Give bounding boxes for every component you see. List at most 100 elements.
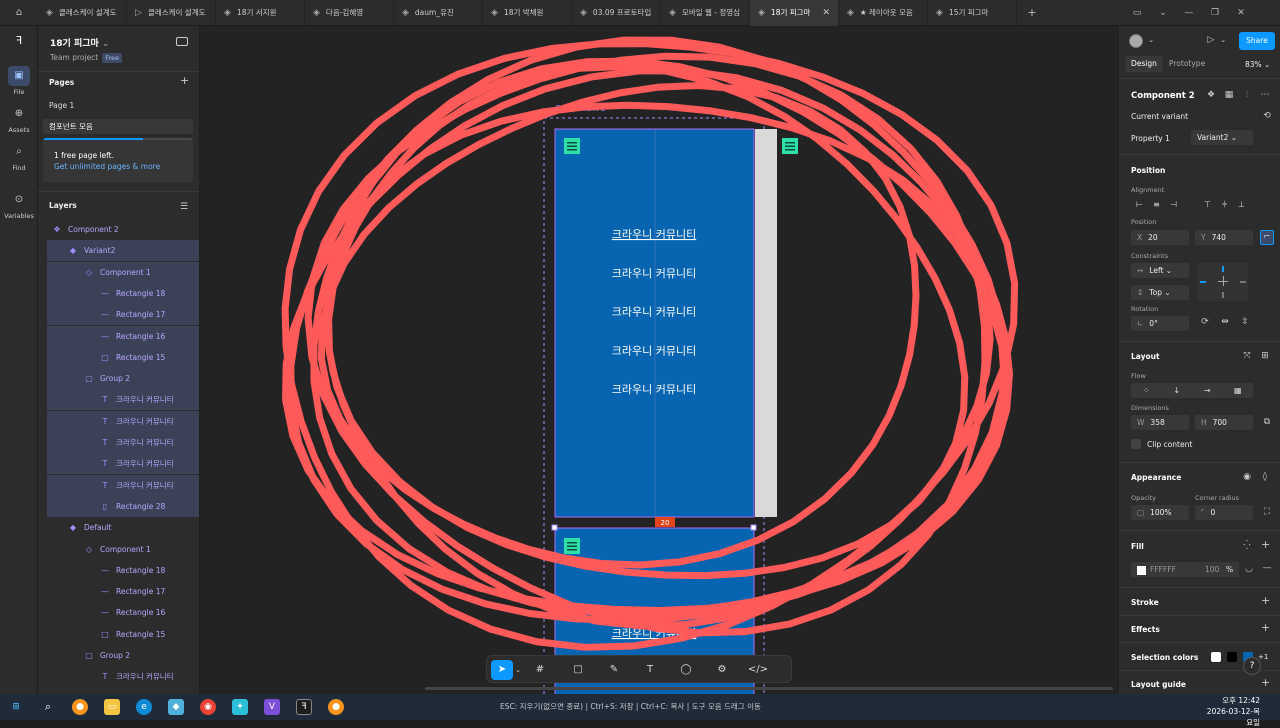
- new-tab-plus-icon[interactable]: +: [1017, 6, 1047, 19]
- grid-flow-icon[interactable]: ▦: [1223, 383, 1254, 398]
- flip-horizontal-icon[interactable]: ⇹: [1219, 317, 1231, 327]
- blend-mode-icon[interactable]: ◊: [1259, 472, 1271, 482]
- design-canvas[interactable]: Component 2 크라우니 커뮤니티 크라우니 커뮤니티 크라우니 커뮤니티 크…: [200, 26, 1118, 694]
- layer-row[interactable]: — Rectangle 16: [47, 602, 199, 623]
- component-icon[interactable]: ❖: [1205, 90, 1217, 100]
- eye-icon[interactable]: ◉: [1241, 472, 1253, 482]
- layer-row[interactable]: ◇ Component 1: [47, 261, 199, 283]
- flip-vertical-icon[interactable]: ⇳: [1239, 317, 1251, 327]
- upsell-link[interactable]: Get unlimited pages & more: [54, 162, 160, 171]
- layer-row[interactable]: — Rectangle 18: [47, 282, 199, 304]
- property-select[interactable]: Variant2 ⌄: [1191, 130, 1253, 145]
- vertical-flow-icon[interactable]: ↓: [1162, 383, 1193, 398]
- constraints-widget[interactable]: [1198, 263, 1248, 301]
- maximize-icon[interactable]: ❐: [1202, 8, 1228, 18]
- layer-row[interactable]: □ Rectangle 15: [47, 624, 199, 645]
- layer-row[interactable]: ◆ Variant2: [47, 240, 199, 262]
- grid-icon[interactable]: ▦: [1223, 90, 1235, 100]
- browser-tab[interactable]: ▷ 클레스케이 설계도: [127, 0, 216, 26]
- app-icon[interactable]: ●: [64, 694, 96, 720]
- add-effect-plus-icon[interactable]: +: [1261, 621, 1270, 634]
- browser-tab[interactable]: ◈ 모바일 웹 - 정영심: [661, 0, 750, 26]
- rail-find[interactable]: ⌕ Find: [0, 142, 38, 172]
- visual-studio-icon[interactable]: V: [256, 694, 288, 720]
- present-icon[interactable]: ▷: [1205, 35, 1217, 45]
- layer-row[interactable]: — Rectangle 16: [47, 325, 199, 347]
- page-item-1[interactable]: Page 1: [43, 98, 193, 113]
- resize-handle[interactable]: [551, 524, 558, 531]
- tab-design[interactable]: Design: [1125, 56, 1163, 72]
- align-top-icon[interactable]: ⊤: [1199, 197, 1216, 212]
- fill-swatch[interactable]: [1137, 565, 1146, 575]
- align-middle-icon[interactable]: ⫩: [1216, 197, 1233, 212]
- chevron-down-icon[interactable]: ⌄: [1217, 36, 1229, 44]
- browser-tab[interactable]: ◈ 15기 피그마: [928, 0, 1017, 26]
- figma-logo-icon[interactable]: ꟻ: [0, 34, 38, 47]
- app-icon[interactable]: ✦: [224, 694, 256, 720]
- layer-row[interactable]: □ Rectangle 15: [47, 346, 199, 368]
- selection-color-swatch[interactable]: [1227, 652, 1237, 662]
- reset-icon[interactable]: ⟲: [1261, 111, 1273, 121]
- layer-row[interactable]: T 크라우니 커뮤니티: [47, 453, 199, 475]
- chrome-icon[interactable]: ◉: [192, 694, 224, 720]
- dev-mode-icon[interactable]: </>: [747, 660, 769, 680]
- minimize-icon[interactable]: —: [1176, 8, 1202, 18]
- constraint-vertical-select[interactable]: ↕ Top ⌄: [1131, 285, 1189, 300]
- selection-color-swatch[interactable]: [1211, 652, 1221, 662]
- browser-tab[interactable]: ◈ 18기 박채원: [483, 0, 572, 26]
- opacity-field[interactable]: ▢ 100%: [1131, 505, 1189, 520]
- y-field[interactable]: Y 740: [1195, 230, 1253, 245]
- help-button[interactable]: ?: [1243, 657, 1261, 675]
- add-fill-plus-icon[interactable]: +: [1261, 538, 1270, 551]
- layers-list-icon[interactable]: ☰: [180, 202, 188, 212]
- share-button[interactable]: Share: [1239, 32, 1275, 50]
- system-clock[interactable]: 오후 12:42 2026-03-12-목요일: [1200, 695, 1260, 728]
- clip-content-checkbox[interactable]: [1131, 439, 1141, 449]
- horizontal-flow-icon[interactable]: →: [1192, 383, 1223, 398]
- constraint-horizontal-select[interactable]: ↔ Left ⌄: [1131, 263, 1189, 278]
- more-icon[interactable]: ⋯: [1259, 90, 1271, 100]
- add-stroke-plus-icon[interactable]: +: [1261, 594, 1270, 607]
- layer-row[interactable]: — Rectangle 17: [47, 304, 199, 326]
- layer-row[interactable]: T 크라우니 커뮤니티: [47, 474, 199, 496]
- align-center-h-icon[interactable]: ≡: [1148, 197, 1165, 212]
- toggle-sidebar-icon[interactable]: [176, 37, 188, 46]
- tab-prototype[interactable]: Prototype: [1163, 56, 1211, 72]
- rectangle-tool-icon[interactable]: □: [567, 660, 589, 680]
- frame-tool-icon[interactable]: #: [529, 660, 551, 680]
- file-title[interactable]: 18기 피그마 ⌄: [50, 36, 109, 49]
- layer-row[interactable]: ◆ Default: [47, 517, 199, 538]
- hamburger-icon[interactable]: [782, 138, 798, 154]
- layer-row[interactable]: ❖ Component 2: [47, 219, 199, 240]
- rail-file[interactable]: ▣ File: [0, 66, 38, 96]
- home-icon[interactable]: ⌂: [0, 0, 38, 26]
- layer-row[interactable]: T 크라우니 커뮤니티: [47, 389, 199, 411]
- constrain-proportions-icon[interactable]: ⧉: [1261, 417, 1273, 427]
- pen-tool-icon[interactable]: ✎: [603, 660, 625, 680]
- app-icon[interactable]: ◆: [160, 694, 192, 720]
- browser-tab[interactable]: ◈ 03.09 프로토타입: [572, 0, 661, 26]
- browser-tab[interactable]: ◈ daum_유진: [394, 0, 483, 26]
- layer-row[interactable]: — Rectangle 17: [47, 581, 199, 602]
- horizontal-scrollbar[interactable]: [425, 687, 1113, 690]
- close-window-icon[interactable]: ✕: [1228, 8, 1254, 18]
- height-field[interactable]: H 700: [1195, 415, 1253, 430]
- layer-row[interactable]: T 크라우니 커뮤니티: [47, 666, 199, 687]
- layer-row[interactable]: ▢ Group 2: [47, 645, 199, 666]
- browser-tab[interactable]: ◈ 클레스케이 설계도: [38, 0, 127, 26]
- layer-row[interactable]: T 크라우니 커뮤니티: [47, 432, 199, 453]
- page-item-components[interactable]: 컴포넌트 모음: [43, 119, 193, 134]
- zoom-level[interactable]: 83% ⌄: [1245, 60, 1270, 69]
- variant2-frame[interactable]: [554, 128, 755, 518]
- align-right-icon[interactable]: ⊣: [1165, 197, 1182, 212]
- layer-row[interactable]: T 크라우니 커뮤니티: [47, 410, 199, 432]
- layer-row[interactable]: ◇ Component 1: [47, 539, 199, 560]
- edge-icon[interactable]: e: [128, 694, 160, 720]
- width-field[interactable]: W 358: [1131, 415, 1189, 430]
- hamburger-icon[interactable]: [564, 138, 580, 154]
- fill-visibility-icon[interactable]: ◡: [1243, 564, 1255, 574]
- move-tool-icon[interactable]: ➤: [491, 660, 513, 680]
- rail-assets[interactable]: ⊕ Assets: [0, 104, 38, 134]
- avatar[interactable]: [1129, 34, 1143, 48]
- figma-icon[interactable]: ꟻ: [288, 694, 320, 720]
